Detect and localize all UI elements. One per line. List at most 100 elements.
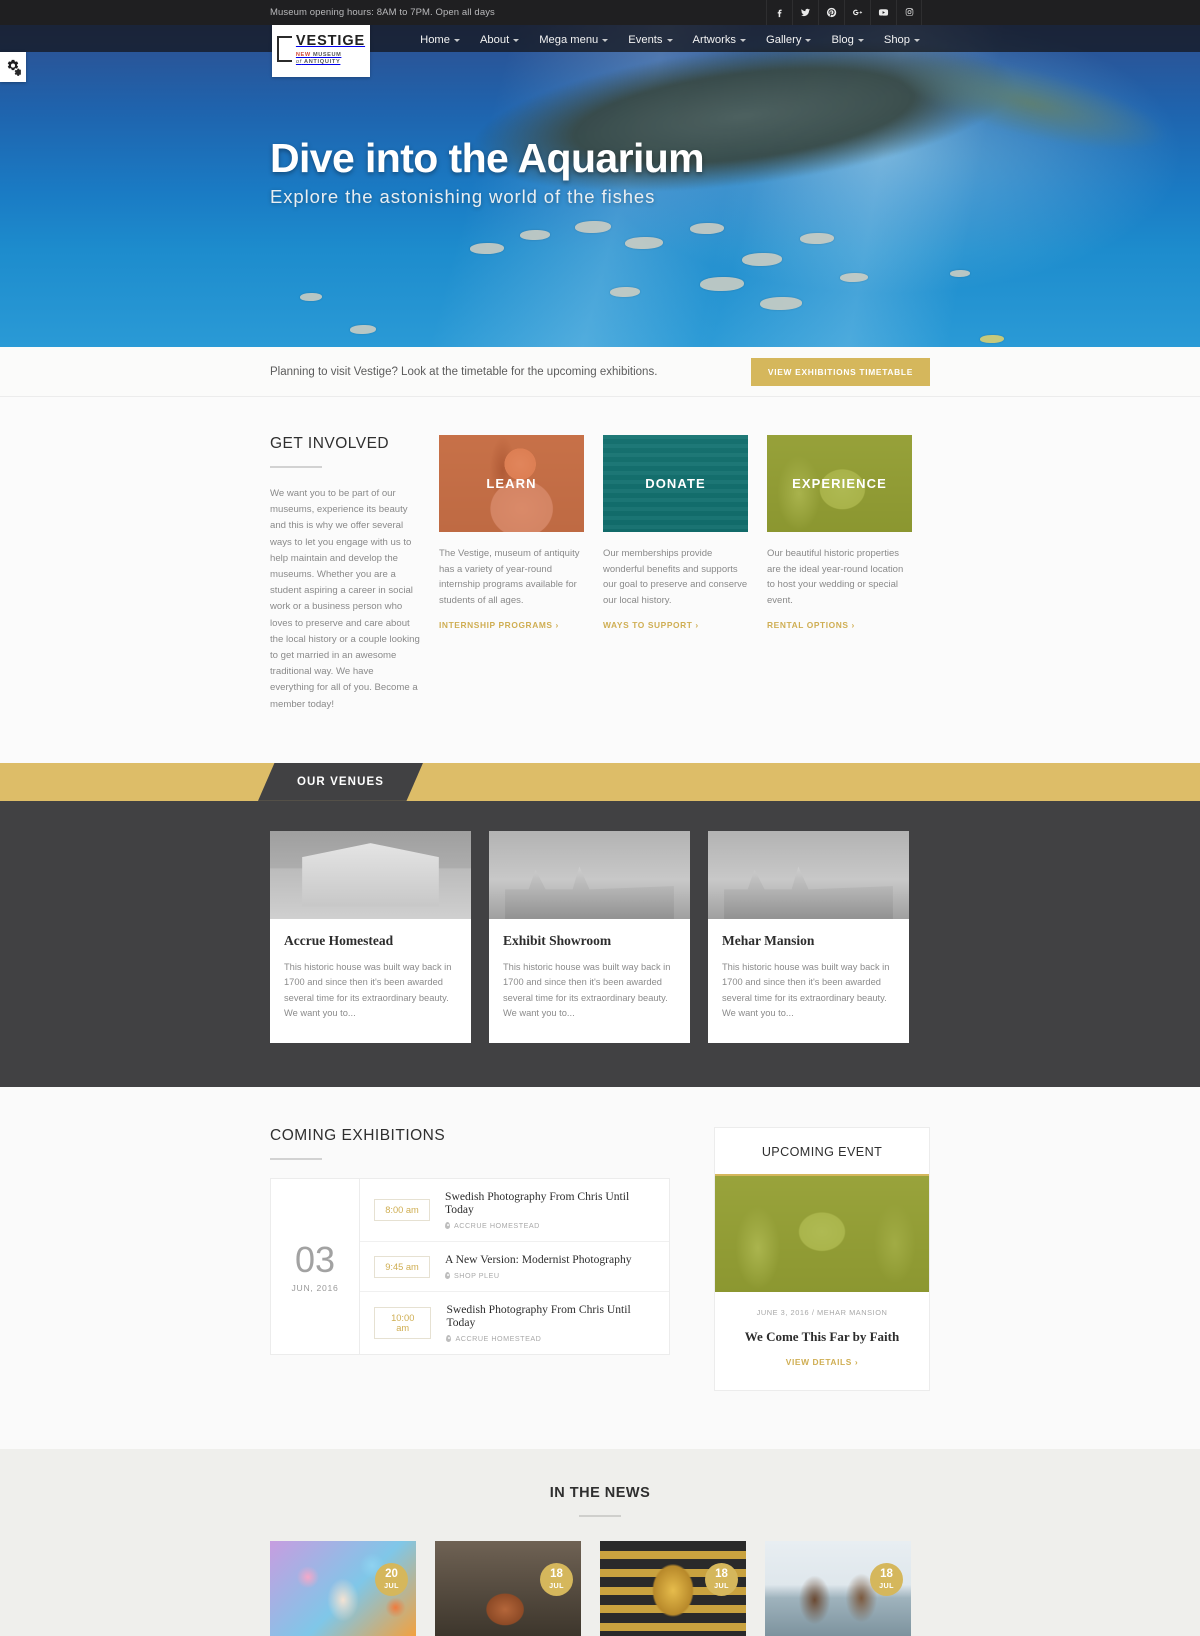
nav-item-gallery[interactable]: Gallery [756, 30, 821, 48]
donate-thumbnail[interactable]: DONATE [603, 435, 748, 532]
venue-title: Mehar Mansion [722, 932, 815, 948]
venue-title: Exhibit Showroom [503, 932, 612, 948]
nav-label: Events [628, 33, 663, 46]
venue-card[interactable]: Accrue Homestead This historic house was… [270, 830, 471, 1044]
news-badge-month: JUL [549, 1580, 564, 1590]
title-underline [270, 466, 322, 468]
instagram-icon[interactable] [896, 0, 922, 25]
nav-item-blog[interactable]: Blog [821, 30, 873, 48]
upcoming-event-image[interactable] [715, 1174, 929, 1293]
social-links [766, 0, 922, 25]
hero-fish [350, 325, 376, 334]
exhibitions-date: 03 JUN, 2016 [271, 1179, 360, 1355]
hero-fish [470, 243, 504, 254]
logo-tagline-museum: MUSEUM [312, 52, 342, 58]
ways-to-support-link[interactable]: WAYS TO SUPPORT › [603, 620, 699, 630]
table-row[interactable]: 8:00 am Swedish Photography From Chris U… [360, 1179, 669, 1243]
twitter-icon[interactable] [792, 0, 818, 25]
news-date-badge: 18 JUL [870, 1563, 903, 1597]
venue-title: Accrue Homestead [284, 932, 394, 948]
learn-thumbnail[interactable]: LEARN [439, 435, 584, 532]
exhibition-location: ACCRUE HOMESTEAD [454, 1221, 540, 1231]
venue-card[interactable]: Mehar Mansion This historic house was bu… [708, 830, 909, 1044]
our-venues-tag: OUR VENUES [258, 762, 423, 801]
nav-item-events[interactable]: Events [618, 30, 682, 48]
coming-exhibitions-section: COMING EXHIBITIONS 03 JUN, 2016 8:00 am … [0, 1087, 1200, 1450]
exhibition-location: SHOP PLEU [454, 1271, 500, 1281]
notice-bar: Planning to visit Vestige? Look at the t… [0, 347, 1200, 397]
nav-item-home[interactable]: Home [410, 30, 470, 48]
main-menu: Home About Mega menu Events Artworks Gal… [410, 30, 930, 48]
upcoming-event-card[interactable]: UPCOMING EVENT JUNE 3, 2016 / MEHAR MANS… [714, 1127, 930, 1392]
get-involved-intro: GET INVOLVED We want you to be part of o… [270, 435, 420, 713]
youtube-icon[interactable] [870, 0, 896, 25]
chevron-down-icon [857, 39, 864, 42]
news-badge-day: 20 [385, 1567, 398, 1580]
hero-fish [840, 273, 868, 282]
news-badge-day: 18 [880, 1567, 893, 1580]
table-row[interactable]: 9:45 am A New Version: Modernist Photogr… [360, 1242, 669, 1293]
logo-tagline-of: of [295, 59, 302, 65]
exhibition-location: ACCRUE HOMESTEAD [455, 1334, 542, 1344]
location-pin-icon [446, 1335, 452, 1343]
google-plus-icon[interactable] [844, 0, 870, 25]
title-underline [579, 1515, 621, 1518]
experience-label: EXPERIENCE [792, 476, 887, 491]
exhibitions-day: 03 [294, 1238, 336, 1280]
venue-text: This historic house was built way back i… [722, 961, 890, 1019]
notice-text: Planning to visit Vestige? Look at the t… [270, 365, 658, 378]
internship-programs-link[interactable]: INTERNSHIP PROGRAMS › [439, 620, 559, 630]
exhibition-time: 8:00 am [374, 1199, 430, 1222]
hero-fish [520, 230, 550, 240]
logo-tagline-new: NEW [295, 52, 311, 58]
in-the-news-section: IN THE NEWS 20 JUL 18 JUL 18 JUL 18 JUL [0, 1449, 1200, 1636]
hero-fish [980, 335, 1004, 343]
venue-card[interactable]: Exhibit Showroom This historic house was… [489, 830, 690, 1044]
rental-options-link[interactable]: RENTAL OPTIONS › [767, 620, 855, 630]
chevron-down-icon [914, 39, 920, 42]
exhibition-title[interactable]: A New Version: Modernist Photography [445, 1253, 632, 1266]
venue-image [708, 830, 909, 919]
hero-fish [760, 297, 802, 310]
news-date-badge: 18 JUL [540, 1563, 573, 1597]
exhibition-title[interactable]: Swedish Photography From Chris Until Tod… [445, 1190, 655, 1216]
nav-item-about[interactable]: About [470, 30, 529, 48]
exhibitions-month: JUN, 2016 [291, 1282, 339, 1293]
facebook-icon[interactable] [766, 0, 792, 25]
site-header: Home About Mega menu Events Artworks Gal… [0, 23, 1200, 77]
table-row[interactable]: 10:00 am Swedish Photography From Chris … [360, 1292, 669, 1354]
hero-subtitle: Explore the astonishing world of the fis… [270, 186, 656, 207]
learn-label: LEARN [486, 476, 537, 491]
logo-mark-icon [276, 36, 292, 62]
news-badge-day: 18 [550, 1567, 563, 1580]
upcoming-event-overlay [715, 1176, 929, 1293]
upcoming-event-title: We Come This Far by Faith [744, 1329, 900, 1345]
site-logo[interactable]: VESTIGE NEW MUSEUM of ANTIQUITY [272, 23, 370, 77]
nav-item-artworks[interactable]: Artworks [683, 30, 757, 48]
settings-widget[interactable] [0, 52, 26, 82]
get-involved-card-donate[interactable]: DONATE Our memberships provide wonderful… [603, 435, 748, 713]
news-badge-month: JUL [714, 1580, 729, 1590]
exhibition-title[interactable]: Swedish Photography From Chris Until Tod… [446, 1303, 655, 1329]
get-involved-card-experience[interactable]: EXPERIENCE Our beautiful historic proper… [767, 435, 912, 713]
chevron-down-icon [602, 39, 609, 42]
donate-label: DONATE [645, 476, 706, 491]
nav-item-shop[interactable]: Shop [874, 30, 930, 48]
meta-separator: / [811, 1308, 815, 1318]
nav-label: Artworks [692, 33, 737, 46]
view-exhibitions-timetable-button[interactable]: VIEW EXHIBITIONS TIMETABLE [750, 357, 930, 386]
news-date-badge: 20 JUL [375, 1563, 408, 1597]
venue-image [270, 830, 471, 919]
experience-thumbnail[interactable]: EXPERIENCE [767, 435, 912, 532]
hero-fish [625, 237, 663, 249]
location-pin-icon [445, 1222, 450, 1230]
get-involved-card-learn[interactable]: LEARN The Vestige, museum of antiquity h… [439, 435, 584, 713]
news-date-badge: 18 JUL [705, 1563, 738, 1597]
nav-label: Mega menu [539, 33, 599, 46]
nav-label: Shop [883, 33, 910, 46]
view-details-link[interactable]: VIEW DETAILS › [786, 1357, 858, 1367]
pinterest-icon[interactable] [818, 0, 844, 25]
venue-text: This historic house was built way back i… [503, 961, 671, 1019]
hero-fish [742, 253, 782, 266]
nav-item-mega-menu[interactable]: Mega menu [529, 30, 618, 48]
